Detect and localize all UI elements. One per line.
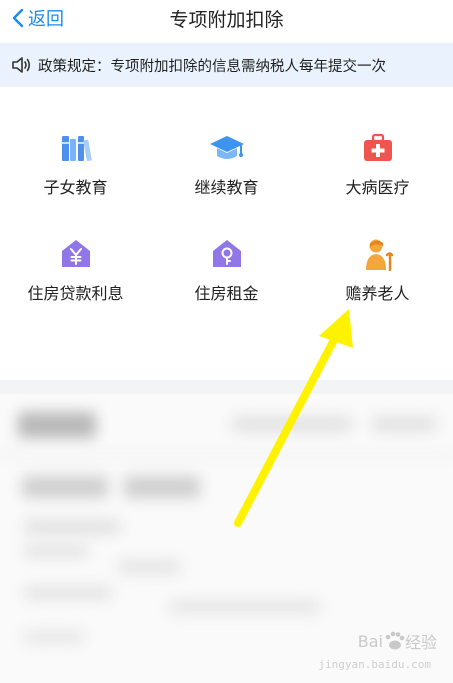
blurred-block (118, 560, 180, 574)
medical-kit-icon (363, 133, 392, 161)
elderly-person-icon (365, 239, 393, 271)
page-title: 专项附加扣除 (169, 9, 284, 31)
watermark-brand2: 经验 (404, 633, 437, 652)
section-divider (0, 380, 453, 394)
blurred-block (170, 600, 320, 614)
notice-text: 政策规定：专项附加扣除的信息需纳税人每年提交一次 (38, 58, 386, 75)
item-label: 大病医疗 (345, 178, 410, 197)
item-label: 赡养老人 (345, 284, 410, 303)
watermark: Bai 经验 (358, 629, 437, 653)
blurred-block (372, 416, 436, 432)
nav-bar: 返回 专项附加扣除 (0, 0, 453, 36)
item-continuing-education[interactable]: 继续教育 (151, 130, 302, 198)
blurred-block (24, 630, 84, 644)
blurred-block (18, 412, 96, 438)
item-label: 住房租金 (194, 284, 259, 303)
books-icon (61, 136, 92, 162)
item-elderly-support[interactable]: 赡养老人 (302, 236, 453, 304)
item-label: 子女教育 (43, 178, 108, 197)
graduation-cap-icon (209, 136, 244, 159)
blurred-block (24, 544, 88, 558)
item-housing-loan-interest[interactable]: 住房贷款利息 (0, 236, 151, 304)
blurred-block (232, 416, 352, 432)
blurred-block (24, 520, 120, 534)
item-children-education[interactable]: 子女教育 (0, 130, 151, 198)
blurred-block (124, 476, 200, 498)
house-yuan-icon (61, 240, 90, 267)
house-key-icon (212, 240, 241, 267)
watermark-brand: Bai (357, 631, 383, 651)
item-serious-illness[interactable]: 大病医疗 (302, 130, 453, 198)
blurred-block (24, 586, 112, 600)
blurred-block (0, 454, 453, 457)
paw-icon (385, 631, 405, 650)
blurred-block (22, 476, 108, 498)
speaker-icon (12, 57, 31, 73)
policy-notice: 政策规定：专项附加扣除的信息需纳税人每年提交一次 (0, 43, 453, 87)
item-housing-rent[interactable]: 住房租金 (151, 236, 302, 304)
watermark-url: jingyan.baidu.com (318, 658, 431, 671)
deduction-grid: 子女教育 继续教育 大病医疗 住房贷款利息 住房租金 赡养老人 (0, 88, 453, 380)
item-label: 继续教育 (194, 178, 259, 197)
item-label: 住房贷款利息 (27, 284, 124, 303)
